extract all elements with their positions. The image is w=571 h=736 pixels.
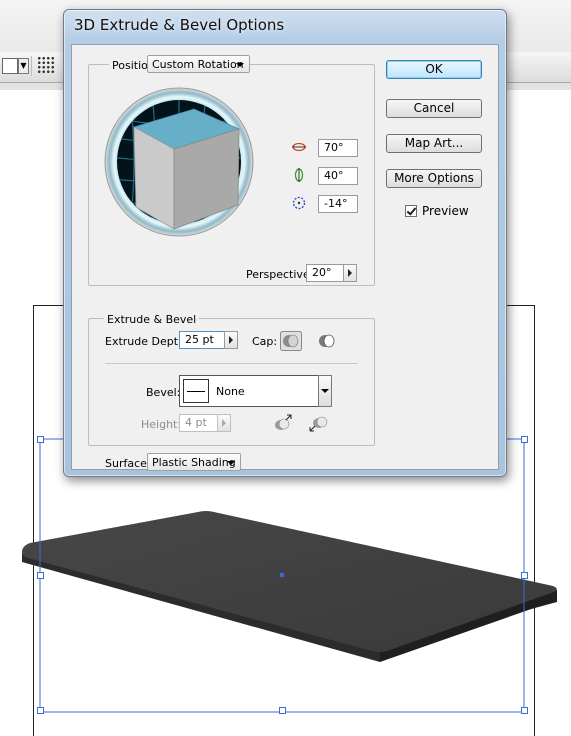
extrude-bevel-dialog: 3D Extrude & Bevel Options Position: Cus… — [63, 9, 507, 477]
surface-select[interactable]: Plastic Shading — [147, 453, 241, 471]
extrude-depth-label: Extrude Depth: — [105, 335, 189, 348]
bevel-label: Bevel: — [146, 386, 181, 399]
extrude-divider — [105, 363, 358, 364]
chevron-down-icon — [227, 461, 235, 465]
more-options-button[interactable]: More Options — [386, 169, 482, 188]
rotate-z-axis-icon — [292, 196, 306, 210]
handle-bottom-right[interactable] — [521, 707, 528, 714]
preview-label: Preview — [422, 204, 469, 218]
track-cube[interactable] — [104, 87, 254, 237]
dialog-title: 3D Extrude & Bevel Options — [74, 16, 285, 34]
rotate-x-field[interactable]: 70° — [318, 139, 358, 157]
bevel-extent-out-icon[interactable] — [272, 413, 294, 433]
chevron-down-icon — [236, 63, 244, 67]
surface-label: Surface: — [105, 457, 151, 470]
map-art-button[interactable]: Map Art... — [386, 134, 482, 153]
handle-middle-right[interactable] — [521, 572, 528, 579]
ok-button[interactable]: OK — [386, 60, 482, 79]
bevel-select[interactable]: None — [179, 375, 319, 407]
position-select[interactable]: Custom Rotation — [147, 55, 250, 73]
chevron-down-icon — [321, 389, 329, 393]
handle-bottom-center[interactable] — [279, 707, 286, 714]
rotate-y-axis-icon — [294, 168, 304, 182]
height-field[interactable]: 4 pt — [179, 414, 218, 432]
surface-select-value: Plastic Shading — [152, 456, 236, 469]
bevel-swatch-icon — [183, 379, 209, 403]
dialog-body: Position: Custom Rotation 70° 40° -14° P… — [71, 44, 499, 471]
height-label: Height: — [141, 418, 182, 431]
selection-center-point — [280, 573, 284, 577]
rotate-x-axis-icon — [292, 142, 306, 152]
extrude-bevel-legend: Extrude & Bevel — [104, 313, 200, 326]
cancel-button[interactable]: Cancel — [386, 99, 482, 118]
handle-middle-left[interactable] — [37, 572, 44, 579]
height-slider-arrow-icon[interactable] — [217, 414, 231, 432]
perspective-field[interactable]: 20° — [306, 264, 344, 282]
handle-top-left[interactable] — [37, 436, 44, 443]
bevel-extent-in-icon[interactable] — [308, 413, 330, 433]
rotate-y-field[interactable]: 40° — [318, 167, 358, 185]
position-select-value: Custom Rotation — [152, 58, 244, 71]
extrude-depth-slider-arrow-icon[interactable] — [224, 331, 238, 349]
cap-off-icon[interactable] — [316, 331, 338, 351]
perspective-label: Perspective: — [246, 268, 314, 281]
handle-bottom-left[interactable] — [37, 707, 44, 714]
cap-label: Cap: — [252, 335, 278, 348]
bevel-value: None — [216, 385, 245, 398]
bevel-dropdown-button[interactable] — [318, 375, 332, 407]
perspective-slider-arrow-icon[interactable] — [343, 264, 357, 282]
rotate-z-field[interactable]: -14° — [318, 195, 358, 213]
handle-top-right[interactable] — [521, 436, 528, 443]
preview-checkbox[interactable] — [405, 205, 417, 217]
extrude-depth-field[interactable]: 25 pt — [179, 331, 225, 349]
cap-on-icon[interactable] — [280, 331, 302, 351]
